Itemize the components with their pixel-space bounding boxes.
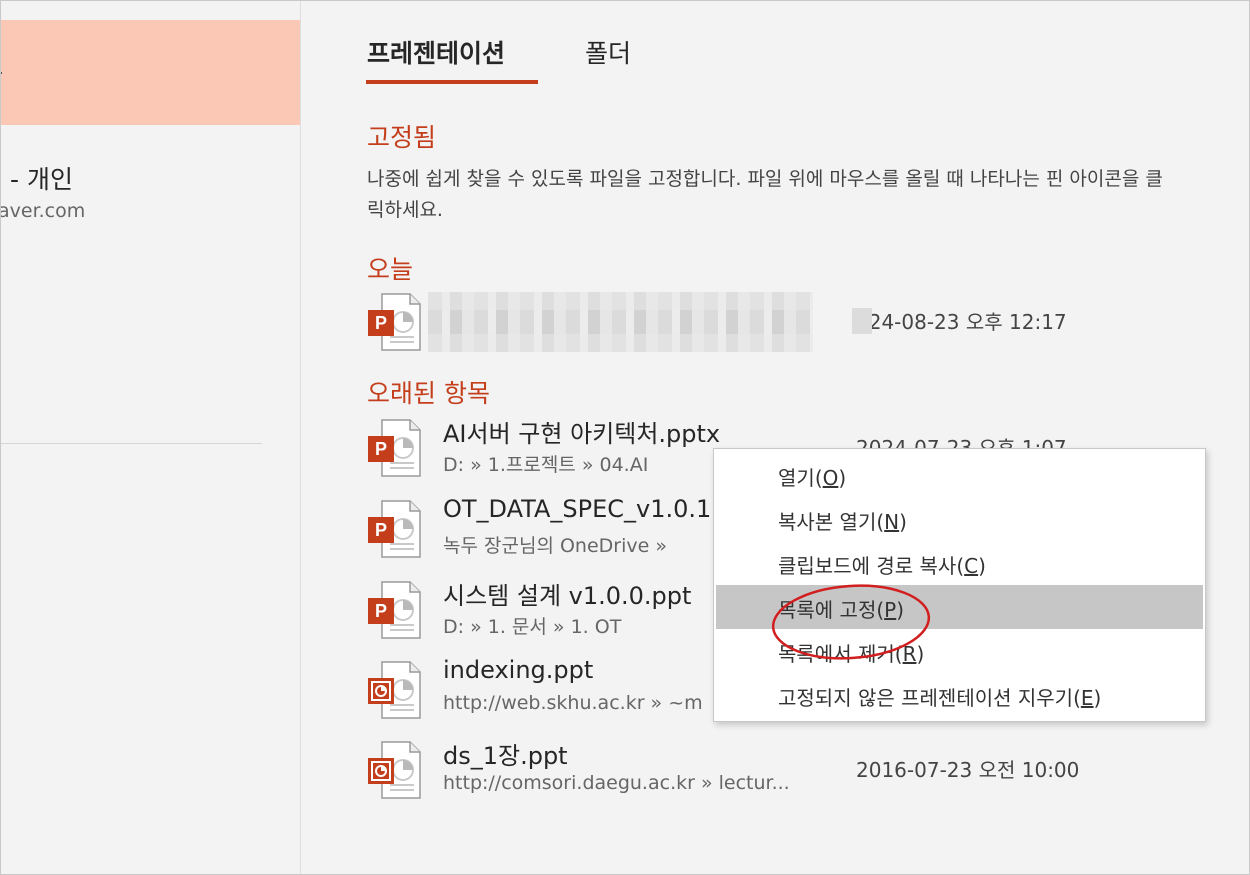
pptx-icon: P <box>368 293 421 351</box>
file-date: 2016-07-23 오전 10:00 <box>856 758 1080 782</box>
file-path: 녹두 장군님의 OneDrive » <box>443 535 667 557</box>
ppt-icon <box>368 741 421 799</box>
file-name: OT_DATA_SPEC_v1.0.1 <box>443 495 712 523</box>
pinned-heading: 고정됨 <box>367 123 437 152</box>
file-name: ds_1장.ppt <box>443 742 568 770</box>
pinned-description: 나중에 쉽게 찾을 수 있도록 파일을 고정합니다. 파일 위에 마우스를 올릴… <box>367 168 1163 221</box>
file-name: AI서버 구현 아키텍처.pptx <box>443 420 721 448</box>
svg-text:P: P <box>375 439 387 459</box>
file-path: http://comsori.daegu.ac.kr » lectur... <box>443 772 790 794</box>
file-path: D: » 1.프로젝트 » 04.AI <box>443 454 649 476</box>
redacted-file-name <box>428 292 813 352</box>
today-heading: 오늘 <box>367 255 414 284</box>
selected-nav-item[interactable] <box>0 20 300 125</box>
pptx-icon: P <box>368 581 421 639</box>
left-divider <box>0 443 262 444</box>
tab-presentations[interactable]: 프레젠테이션 <box>367 34 505 70</box>
svg-text:P: P <box>375 520 387 540</box>
account-email: aver.com <box>0 200 86 222</box>
redacted-date-digit <box>852 308 872 334</box>
menu-item-pin-to-list[interactable]: 목록에 고정(P) <box>716 585 1203 629</box>
file-name: 시스템 설계 v1.0.0.ppt <box>443 582 692 610</box>
menu-item-clear-unpinned[interactable]: 고정되지 않은 프레젠테이션 지우기(E) <box>716 673 1203 717</box>
file-name: indexing.ppt <box>443 656 594 684</box>
ppt-icon <box>368 661 421 719</box>
nav-item-glyph <box>0 64 4 82</box>
file-path: D: » 1. 문서 » 1. OT <box>443 616 622 638</box>
menu-item-label: 클립보드에 경로 복사(C) <box>778 554 986 578</box>
menu-item-remove-from-list[interactable]: 목록에서 제거(R) <box>716 629 1203 673</box>
left-pane: - 개인 aver.com <box>0 0 301 875</box>
svg-text:P: P <box>375 313 387 333</box>
context-menu: 열기(O) 복사본 열기(N) 클립보드에 경로 복사(C) 목록에 고정(P)… <box>713 448 1206 722</box>
file-row-older-4[interactable]: ds_1장.ppt http://comsori.daegu.ac.kr » l… <box>360 732 1130 810</box>
menu-item-open[interactable]: 열기(O) <box>716 453 1203 497</box>
account-name: - 개인 <box>10 165 73 194</box>
menu-item-label: 복사본 열기(N) <box>778 510 907 534</box>
menu-item-label: 목록에 고정(P) <box>778 598 905 622</box>
menu-item-label: 목록에서 제거(R) <box>778 642 925 666</box>
file-path: http://web.skhu.ac.kr » ~m <box>443 692 703 714</box>
tab-folders[interactable]: 폴더 <box>585 34 631 70</box>
pptx-icon: P <box>368 500 421 558</box>
file-date: 024-08-23 오후 12:17 <box>856 310 1067 334</box>
svg-text:P: P <box>375 601 387 621</box>
older-heading: 오래된 항목 <box>367 379 490 408</box>
menu-item-copy-path[interactable]: 클립보드에 경로 복사(C) <box>716 541 1203 585</box>
pptx-icon: P <box>368 419 421 477</box>
active-tab-indicator <box>366 80 538 84</box>
menu-item-label: 열기(O) <box>778 466 847 490</box>
menu-item-open-copy[interactable]: 복사본 열기(N) <box>716 497 1203 541</box>
menu-item-label: 고정되지 않은 프레젠테이션 지우기(E) <box>778 686 1102 710</box>
